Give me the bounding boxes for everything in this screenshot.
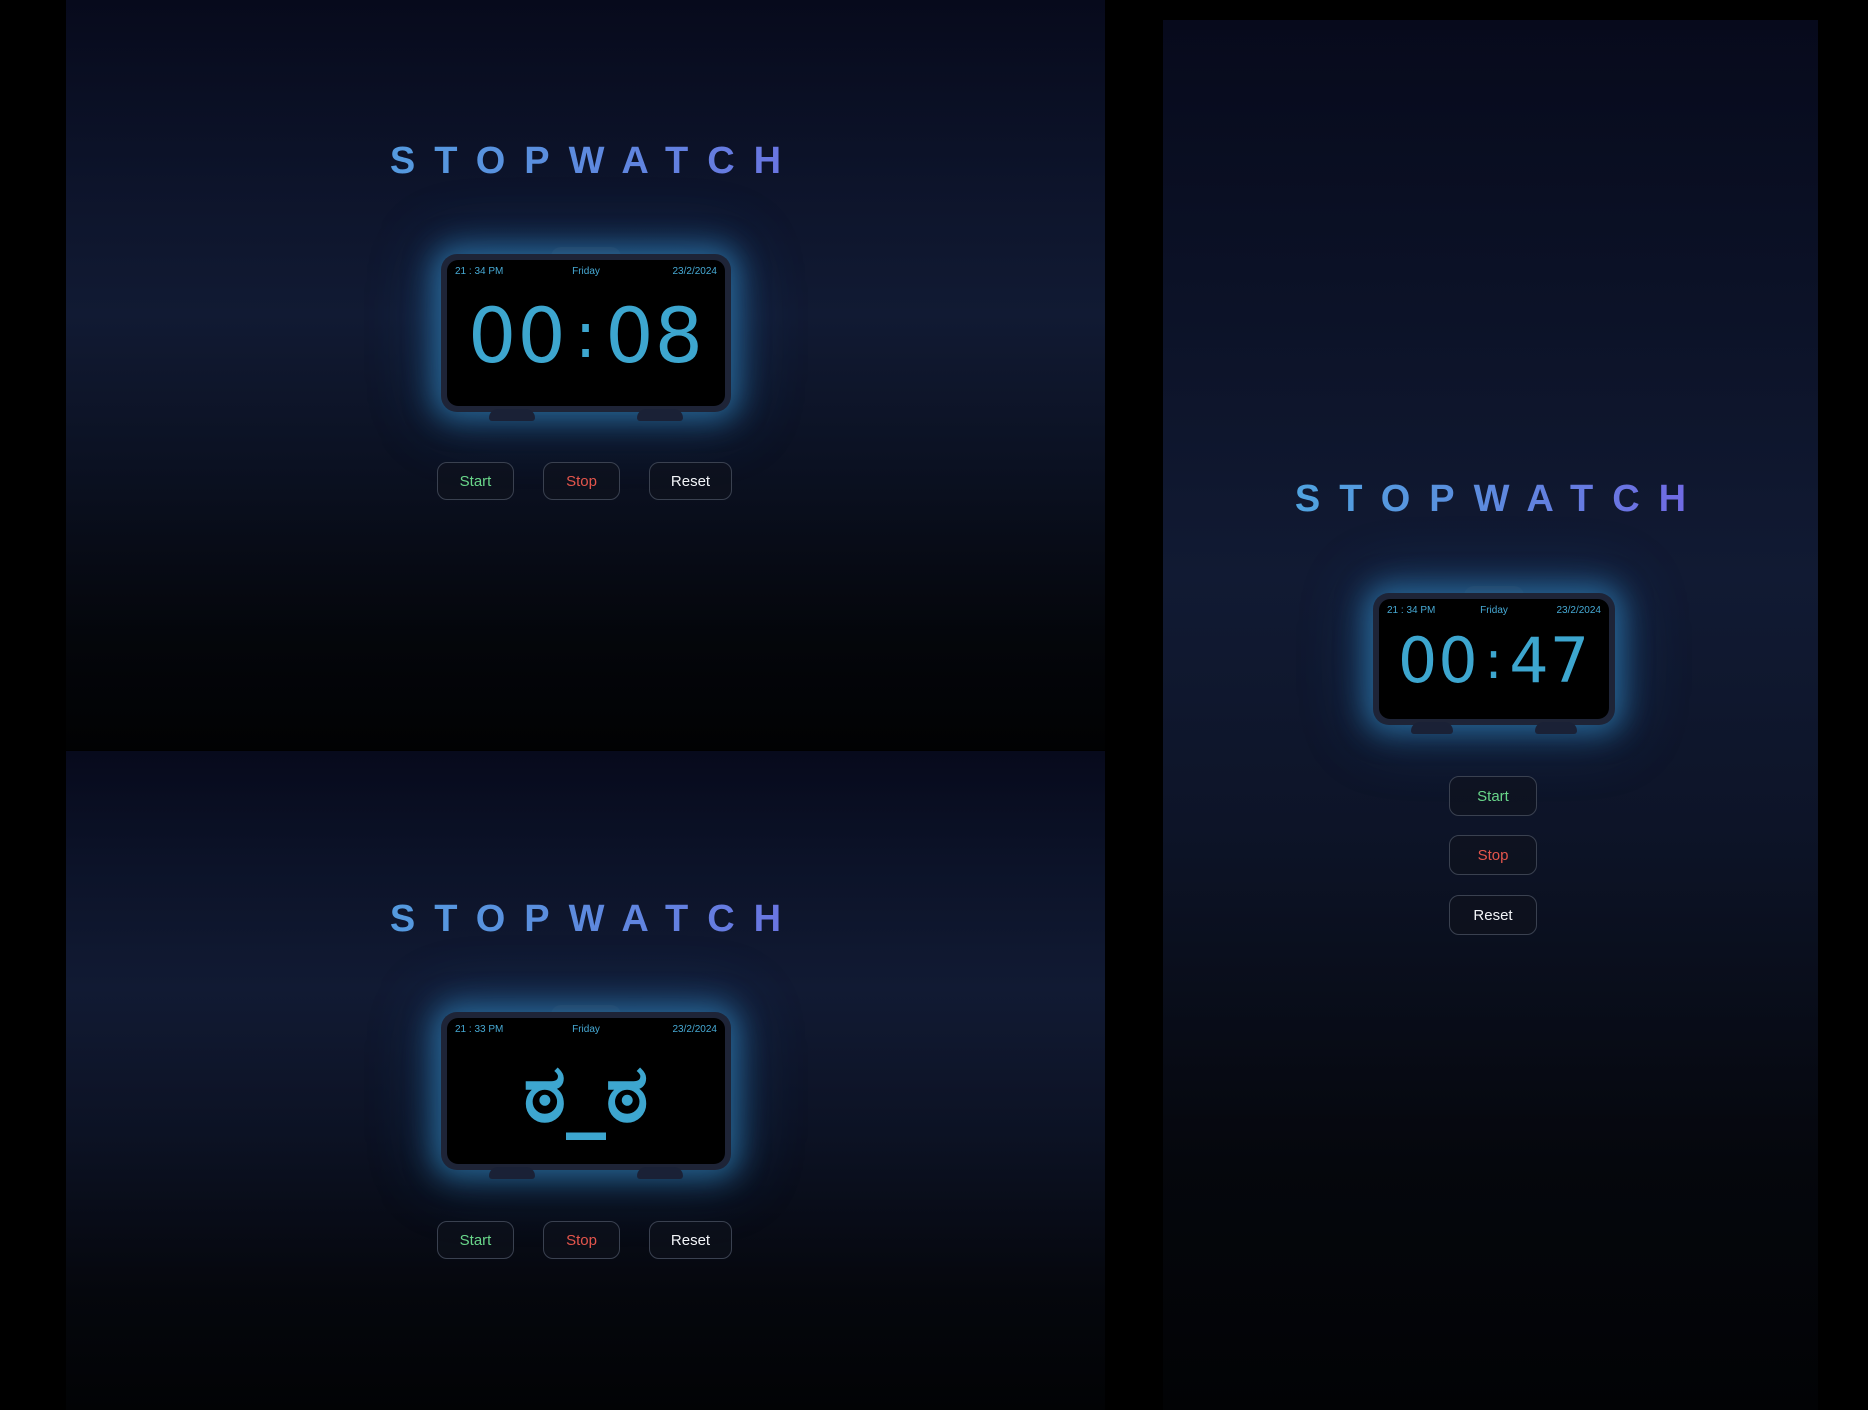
elapsed-time-display: 00:08 [447,296,725,381]
clock-right-foot [637,1167,683,1179]
page-title: STOPWATCH [66,139,1105,183]
time-separator: : [1484,631,1504,691]
idle-face-display: ಠ_ಠ [523,1047,649,1140]
clock-screen: 21 : 33 PM Friday 23/2/2024 ಠ_ಠ [447,1018,725,1164]
stopwatch-clock: 21 : 33 PM Friday 23/2/2024 ಠ_ಠ [441,1005,731,1179]
stop-button[interactable]: Stop [543,462,620,500]
start-button[interactable]: Start [437,1221,514,1259]
screenshot-canvas: STOPWATCH 21 : 34 PM Friday 23/2/2024 00… [0,0,1868,1410]
page-title: STOPWATCH [66,897,1105,941]
clock-right-foot [637,409,683,421]
stopwatch-clock: 21 : 34 PM Friday 23/2/2024 00:47 [1373,586,1615,734]
clock-screen: 21 : 34 PM Friday 23/2/2024 00:08 [447,260,725,406]
start-button[interactable]: Start [1449,776,1537,816]
reset-button[interactable]: Reset [649,1221,732,1259]
reset-button[interactable]: Reset [649,462,732,500]
reset-button[interactable]: Reset [1449,895,1537,935]
time-separator: : [574,299,598,373]
page-title: STOPWATCH [1163,477,1818,521]
elapsed-minutes: 00 [1397,624,1479,697]
current-date: 23/2/2024 [672,1024,718,1035]
clock-screen: 21 : 34 PM Friday 23/2/2024 00:47 [1379,599,1609,719]
clock-left-foot [1411,722,1453,734]
desktop-view-running: STOPWATCH 21 : 34 PM Friday 23/2/2024 00… [66,0,1105,750]
stop-button[interactable]: Stop [543,1221,620,1259]
stop-button[interactable]: Stop [1449,835,1537,875]
elapsed-time-display: 00:47 [1379,629,1609,697]
clock-left-foot [489,409,535,421]
clock-left-foot [489,1167,535,1179]
current-date: 23/2/2024 [1556,605,1602,616]
mobile-view-running: STOPWATCH 21 : 34 PM Friday 23/2/2024 00… [1163,20,1818,1410]
start-button[interactable]: Start [437,462,514,500]
current-date: 23/2/2024 [672,266,718,277]
elapsed-seconds: 08 [605,291,704,380]
elapsed-seconds: 47 [1509,624,1591,697]
clock-right-foot [1535,722,1577,734]
stopwatch-clock: 21 : 34 PM Friday 23/2/2024 00:08 [441,247,731,421]
elapsed-minutes: 00 [468,291,567,380]
desktop-view-idle: STOPWATCH 21 : 33 PM Friday 23/2/2024 ಠ_… [66,751,1105,1410]
